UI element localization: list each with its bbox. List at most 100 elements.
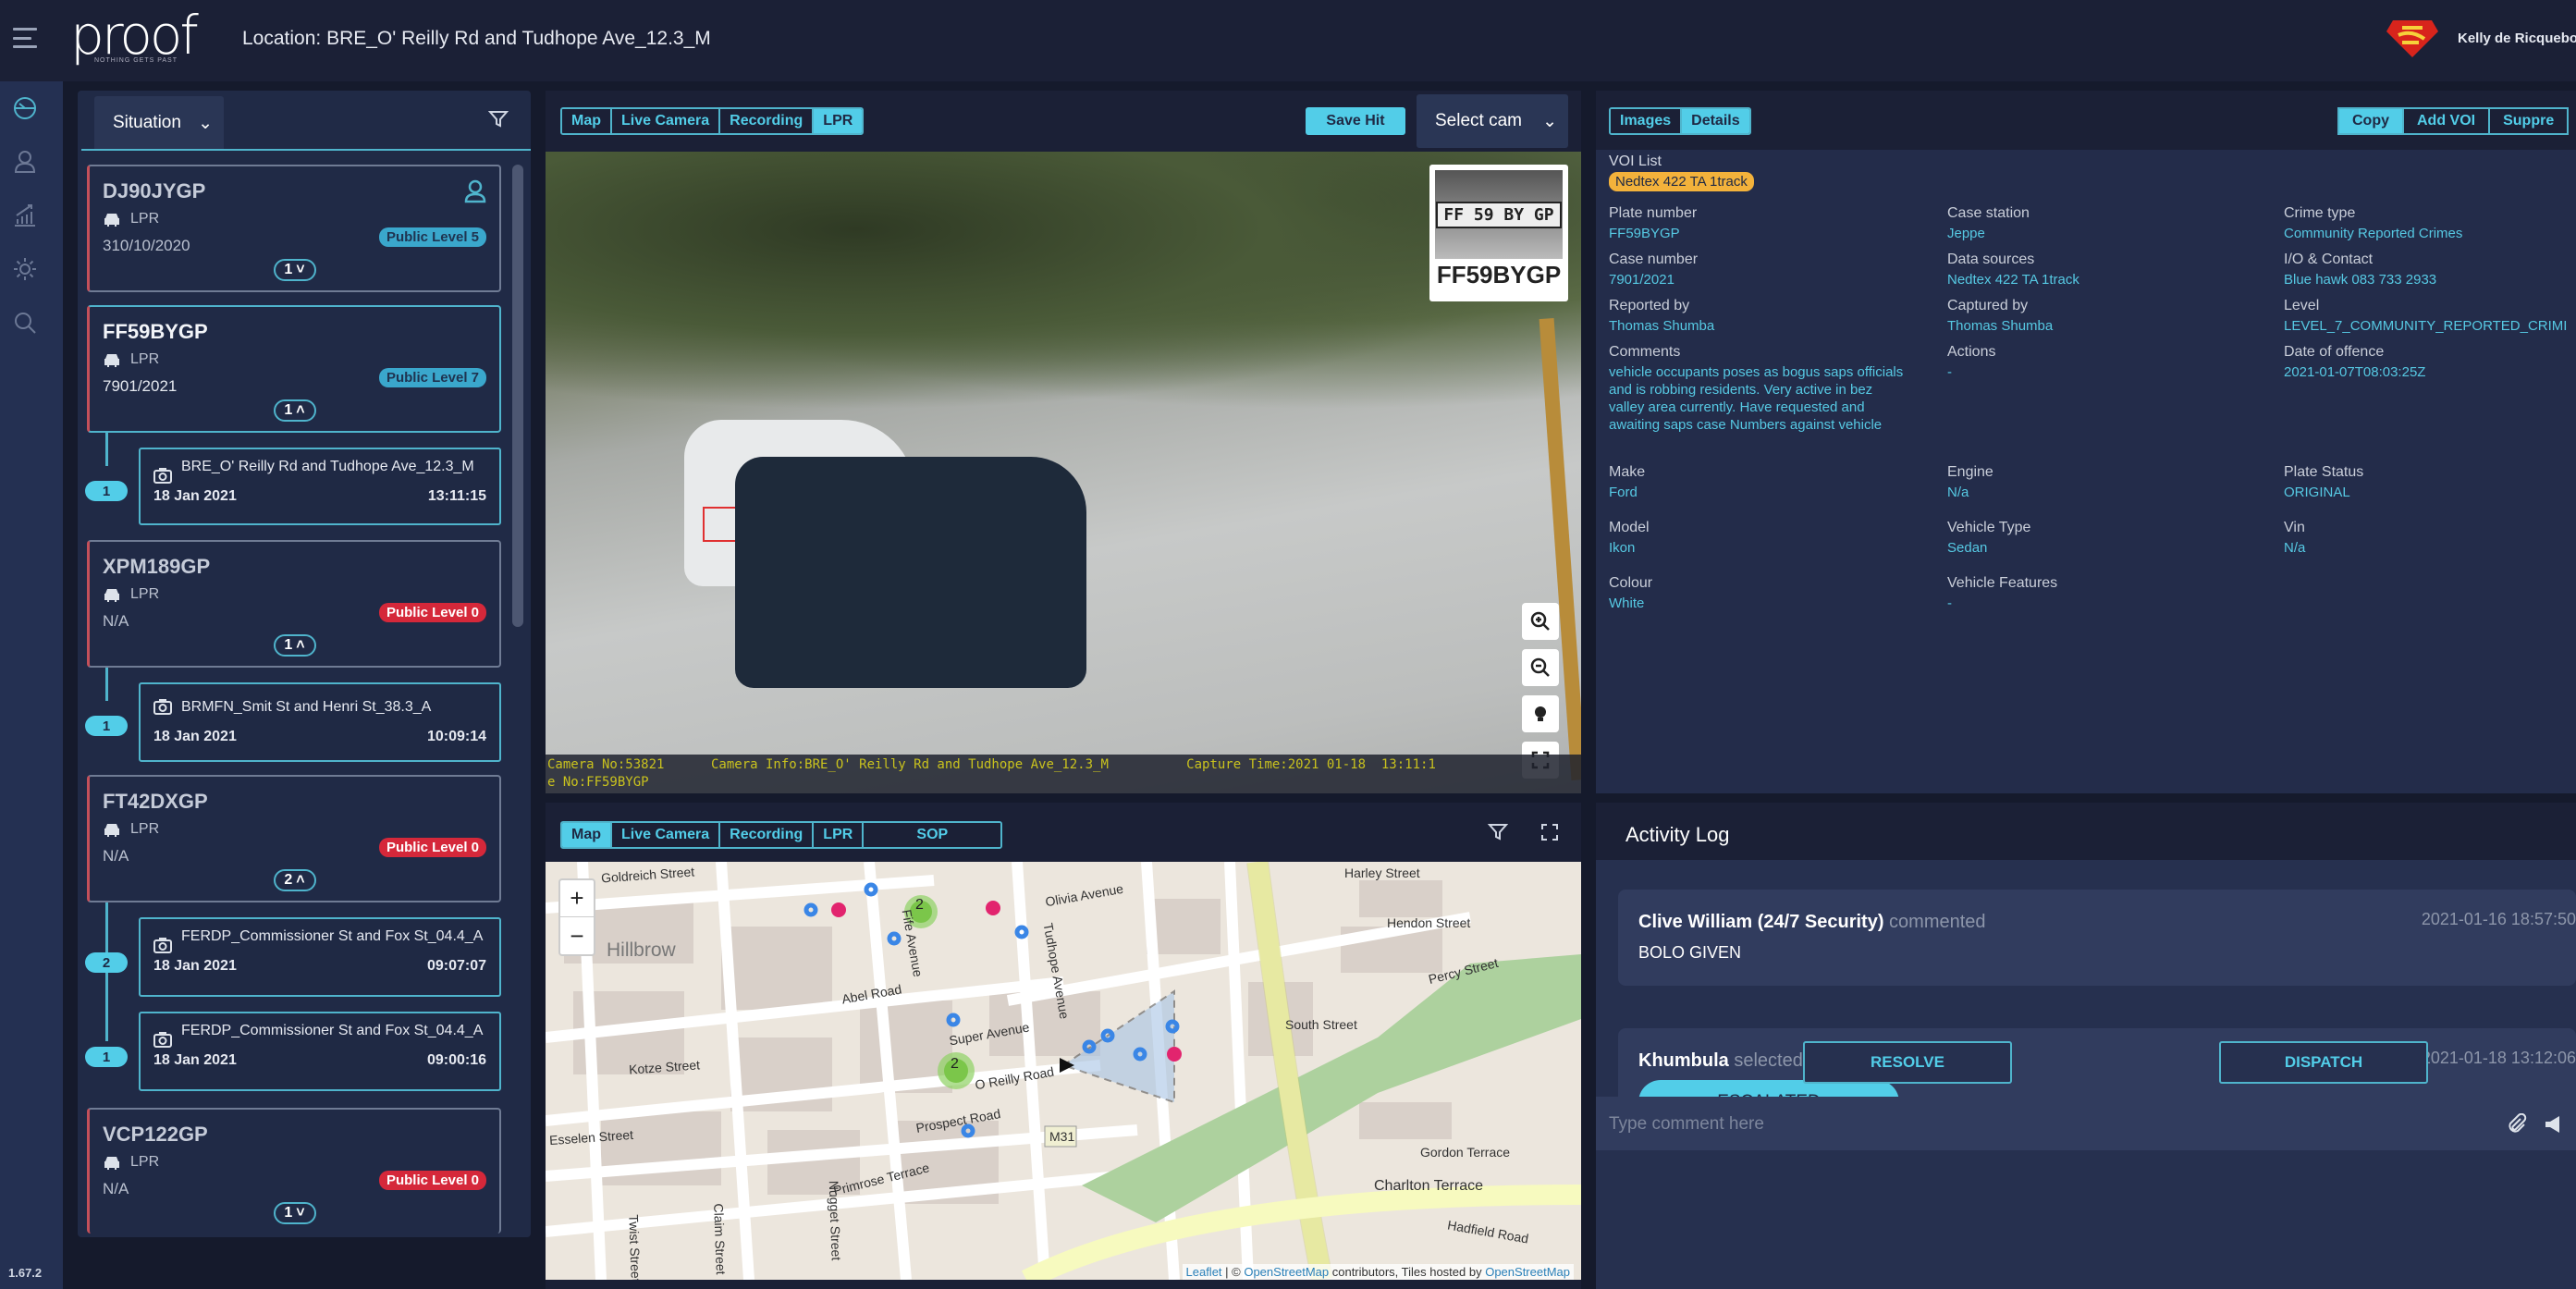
map-panel: Map Live Camera Recording LPR SOP 2 2 Go… xyxy=(546,803,1581,1289)
filter-icon[interactable] xyxy=(488,109,509,129)
situation-card[interactable]: VCP122GP LPR N/A Public Level 0 1 ˅ xyxy=(87,1108,501,1234)
expand-toggle[interactable]: 1 ˅ xyxy=(273,259,316,281)
attachment-icon[interactable] xyxy=(2506,1113,2528,1136)
hit-item[interactable]: FERDP_Commissioner St and Fox St_04.4_A … xyxy=(139,1012,501,1091)
analytics-icon[interactable] xyxy=(11,202,39,229)
camera-overlay-text: Camera No:53821 Camera Info:BRE_O' Reill… xyxy=(546,755,1581,793)
tab-map[interactable]: Map xyxy=(562,823,612,847)
user-icon[interactable] xyxy=(464,179,486,203)
fullscreen-icon[interactable] xyxy=(1539,821,1561,843)
activity-message: BOLO GIVEN xyxy=(1638,943,1742,962)
collapse-toggle[interactable]: 1 ˄ xyxy=(273,399,316,422)
save-hit-button[interactable]: Save Hit xyxy=(1306,107,1405,135)
detail-field: Data sources Nedtex 422 TA 1track xyxy=(1947,252,2079,288)
megaphone-icon[interactable] xyxy=(2543,1113,2565,1136)
activity-entry: Clive William (24/7 Security) commented … xyxy=(1618,890,2576,986)
add-voi-button[interactable]: Add VOI xyxy=(2402,107,2491,135)
level-badge: Public Level 5 xyxy=(378,227,486,247)
camera-select[interactable]: Select cam ⌄ xyxy=(1417,94,1568,148)
hit-item[interactable]: FERDP_Commissioner St and Fox St_04.4_A … xyxy=(139,917,501,997)
detail-field: Comments vehicle occupants poses as bogus… xyxy=(1609,344,1904,433)
details-tabs: Images Details xyxy=(1609,107,1751,135)
tab-map[interactable]: Map xyxy=(562,109,612,133)
copy-button[interactable]: Copy xyxy=(2337,107,2404,135)
zoom-out-icon[interactable] xyxy=(1522,649,1559,686)
map-zoom-out[interactable]: − xyxy=(560,917,594,954)
car-icon xyxy=(104,588,119,602)
tab-recording[interactable]: Recording xyxy=(720,109,815,133)
camera-icon xyxy=(153,938,172,953)
level-badge: Public Level 7 xyxy=(378,368,486,387)
collapse-toggle[interactable]: 1 ˄ xyxy=(273,634,316,657)
tab-sop[interactable]: SOP xyxy=(864,823,1001,847)
map-attribution: Leaflet | © OpenStreetMap contributors, … xyxy=(1182,1264,1574,1280)
vehicle-pickup xyxy=(735,457,1086,688)
tab-details[interactable]: Details xyxy=(1682,109,1749,133)
collapse-toggle[interactable]: 2 ˄ xyxy=(273,869,316,891)
chevron-down-icon: ⌄ xyxy=(1542,111,1557,131)
comment-input[interactable] xyxy=(1609,1106,2441,1143)
car-icon xyxy=(104,1156,119,1170)
nav-rail: 1.67.2 xyxy=(0,81,63,1289)
user-name: Kelly de Ricquebou xyxy=(2458,30,2576,46)
car-icon xyxy=(104,823,119,837)
menu-icon[interactable] xyxy=(13,26,37,50)
dashboard-icon[interactable] xyxy=(11,94,39,122)
voi-tag[interactable]: Nedtex 422 TA 1track xyxy=(1609,172,1754,191)
user-menu[interactable]: Kelly de Ricquebou xyxy=(2386,17,2576,59)
detail-field: Level LEVEL_7_COMMUNITY_REPORTED_CRIMI xyxy=(2284,298,2568,334)
dispatch-button[interactable]: DISPATCH xyxy=(2219,1041,2428,1084)
user-icon[interactable] xyxy=(11,148,39,176)
search-icon[interactable] xyxy=(11,309,39,337)
lpr-video-frame[interactable]: FF 59 BY GP FF59BYGP Camera No:53821 Cam… xyxy=(546,152,1581,793)
comment-bar xyxy=(1596,1099,2576,1150)
timeline-line xyxy=(105,668,108,701)
hit-item[interactable]: BRMFN_Smit St and Henri St_38.3_A 18 Jan… xyxy=(139,682,501,762)
map-zoom-control: + − xyxy=(558,878,595,956)
map-canvas[interactable]: 2 2 Goldreich Street Hillbrow Olivia Ave… xyxy=(546,862,1581,1280)
tab-live-camera[interactable]: Live Camera xyxy=(612,109,721,133)
hit-index: 1 xyxy=(85,716,128,736)
detail-field: Plate Status ORIGINAL xyxy=(2284,464,2364,500)
hit-index: 1 xyxy=(85,481,128,501)
car-icon xyxy=(104,213,119,227)
situation-card[interactable]: FF59BYGP LPR 7901/2021 Public Level 7 1 ˄ xyxy=(87,305,501,433)
situation-card[interactable]: XPM189GP LPR N/A Public Level 0 1 ˄ xyxy=(87,540,501,668)
detail-field: Vehicle Features - xyxy=(1947,575,2058,611)
situation-card[interactable]: FT42DXGP LPR N/A Public Level 0 2 ˄ xyxy=(87,775,501,902)
details-panel: Images Details Copy Add VOI Suppre VOI L… xyxy=(1596,91,2576,793)
situation-select[interactable]: Situation ⌄ xyxy=(94,96,224,150)
tab-images[interactable]: Images xyxy=(1611,109,1683,133)
filter-icon[interactable] xyxy=(1487,821,1509,843)
detail-field: Reported by Thomas Shumba xyxy=(1609,298,1715,334)
suppress-button[interactable]: Suppre xyxy=(2488,107,2570,135)
voi-list-label: VOI List xyxy=(1609,153,1662,169)
bulb-icon[interactable] xyxy=(1522,695,1559,732)
scrollbar[interactable] xyxy=(512,165,523,1228)
situation-panel: Situation ⌄ DJ90JYGP LPR 310/10/2020 Publ… xyxy=(78,91,531,1237)
camera-panel: Map Live Camera Recording LPR Save Hit S… xyxy=(546,91,1581,793)
plate-crop: FF 59 BY GP FF59BYGP xyxy=(1429,165,1568,301)
settings-icon[interactable] xyxy=(11,255,39,283)
tab-live-camera[interactable]: Live Camera xyxy=(612,823,721,847)
expand-toggle[interactable]: 1 ˅ xyxy=(273,1202,316,1224)
tab-lpr[interactable]: LPR xyxy=(814,823,865,847)
detail-field: Case station Jeppe xyxy=(1947,205,2030,241)
hit-index: 1 xyxy=(85,1047,128,1067)
tab-lpr[interactable]: LPR xyxy=(814,109,863,133)
activity-title: Activity Log xyxy=(1625,823,1730,846)
map-zoom-in[interactable]: + xyxy=(560,880,594,917)
situation-card[interactable]: DJ90JYGP LPR 310/10/2020 Public Level 5 … xyxy=(87,165,501,292)
detail-field: Captured by Thomas Shumba xyxy=(1947,298,2054,334)
resolve-button[interactable]: RESOLVE xyxy=(1803,1041,2012,1084)
detail-field: Plate number FF59BYGP xyxy=(1609,205,1698,241)
detail-field: Actions - xyxy=(1947,344,1996,380)
tab-recording[interactable]: Recording xyxy=(720,823,815,847)
detail-field: Vin N/a xyxy=(2284,520,2306,556)
level-badge: Public Level 0 xyxy=(378,1171,486,1190)
app-version: 1.67.2 xyxy=(8,1266,43,1280)
map-tabs: Map Live Camera Recording LPR SOP xyxy=(560,821,1003,849)
zoom-in-icon[interactable] xyxy=(1522,603,1559,640)
chevron-down-icon: ⌄ xyxy=(198,113,213,133)
hit-item[interactable]: BRE_O' Reilly Rd and Tudhope Ave_12.3_M … xyxy=(139,448,501,525)
